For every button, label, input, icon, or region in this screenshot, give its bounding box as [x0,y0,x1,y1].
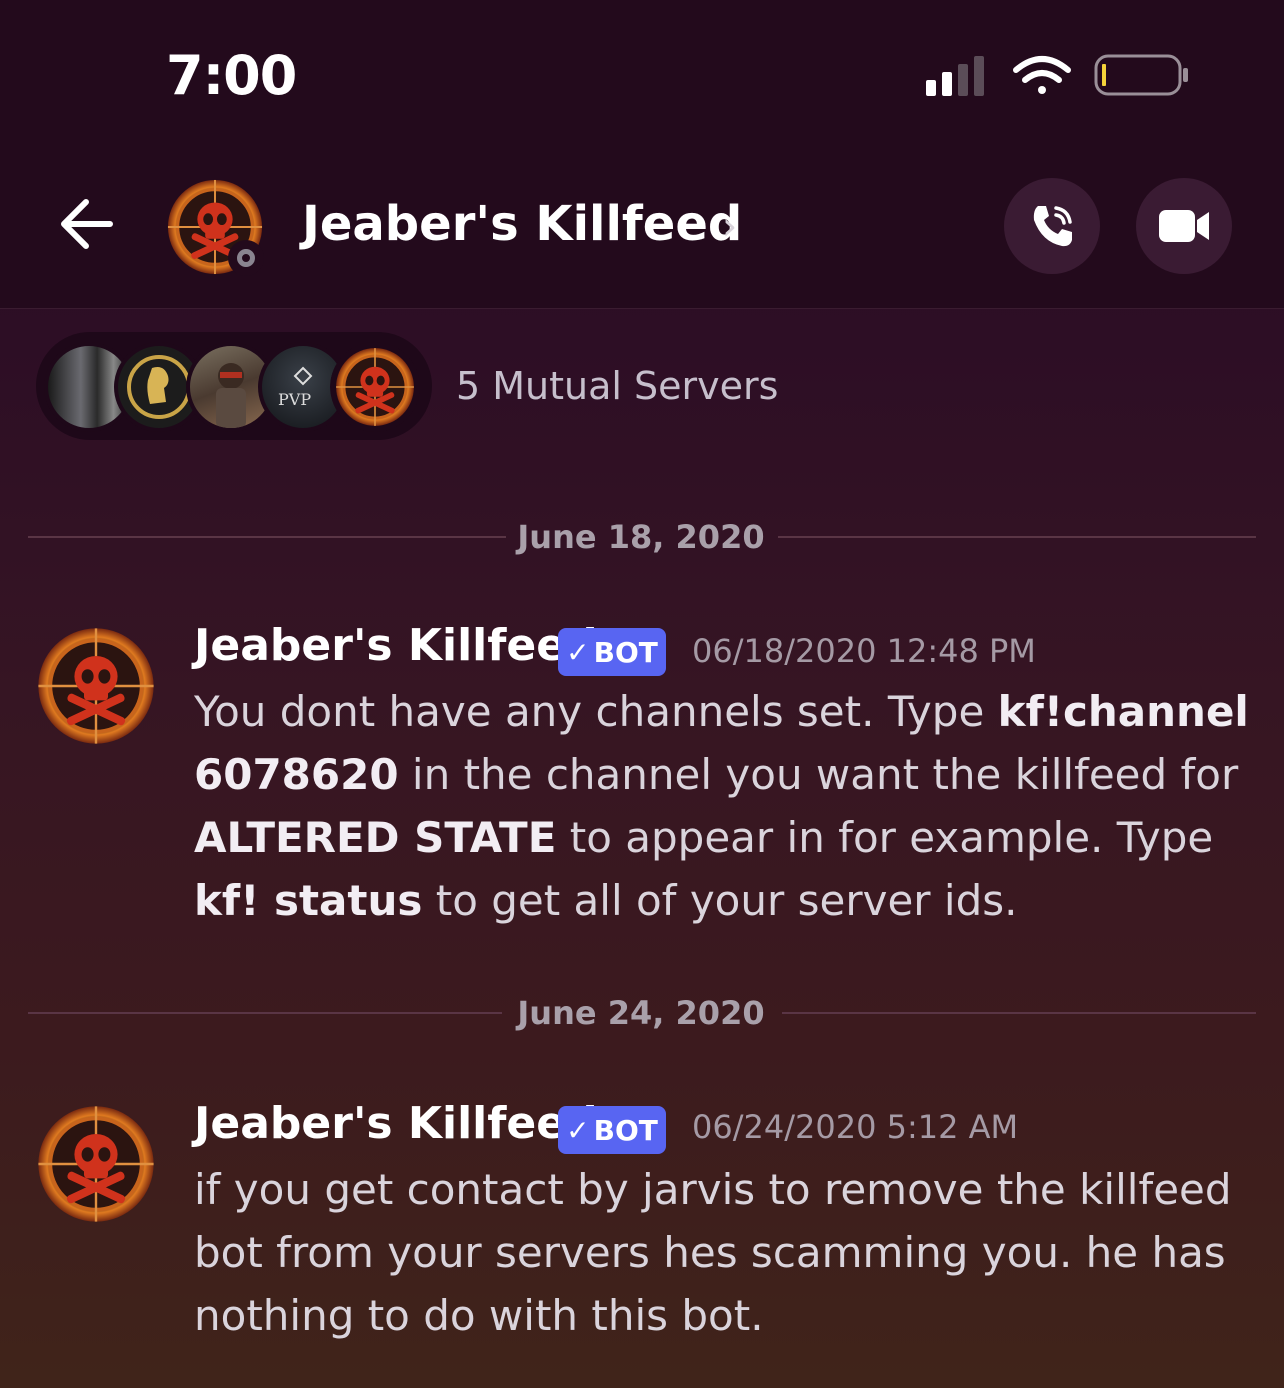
date-divider-line [28,1012,502,1014]
bot-badge: ✓ BOT [558,1106,666,1154]
mutual-servers-label[interactable]: 5 Mutual Servers [456,364,778,408]
status-icons [926,54,1188,96]
signal-bars-icon [926,56,984,96]
message-server-name: ALTERED STATE [194,813,557,862]
bot-badge: ✓ BOT [558,628,666,676]
message-timestamp: 06/24/2020 5:12 AM [692,1108,1019,1146]
date-divider-label: June 18, 2020 [517,518,765,556]
video-call-button[interactable] [1136,178,1232,274]
message-text: in the channel you want the killfeed for [398,750,1239,799]
chat-title[interactable]: Jeaber's Killfeed [302,196,742,252]
message-content: if you get contact by jarvis to remove t… [194,1158,1254,1347]
check-icon: ✓ [566,635,590,669]
bot-badge-label: BOT [593,1113,658,1147]
message-avatar[interactable] [36,1104,156,1224]
video-camera-icon [1159,210,1209,242]
status-indicator [228,240,264,276]
message-author[interactable]: Jeaber's Killfeed [194,1098,598,1149]
bot-badge-label: BOT [593,635,658,669]
date-divider-line [782,1012,1256,1014]
date-divider-line [778,536,1256,538]
phone-call-icon [1033,206,1072,247]
message-avatar[interactable] [36,626,156,746]
chevron-right-icon[interactable]: › [722,204,737,248]
status-time: 7:00 [166,44,297,107]
battery-icon [1094,54,1188,96]
date-divider-label: June 24, 2020 [517,994,765,1032]
message-text: to appear in for example. Type [556,813,1214,862]
check-icon: ✓ [566,1113,590,1147]
message-text: to get all of your server ids. [422,876,1018,925]
message-content: You dont have any channels set. Type kf!… [194,680,1254,932]
voice-call-button[interactable] [1004,178,1100,274]
back-arrow-icon[interactable] [52,192,116,256]
message-timestamp: 06/18/2020 12:48 PM [692,632,1036,670]
message-text: You dont have any channels set. Type [194,687,998,736]
mutual-server-icon [330,342,420,432]
message-text: if you get contact by jarvis to remove t… [194,1165,1232,1340]
wifi-icon [1013,56,1071,94]
message-author[interactable]: Jeaber's Killfeed [194,620,598,671]
date-divider-line [28,536,506,538]
message-command: kf! status [194,876,423,925]
